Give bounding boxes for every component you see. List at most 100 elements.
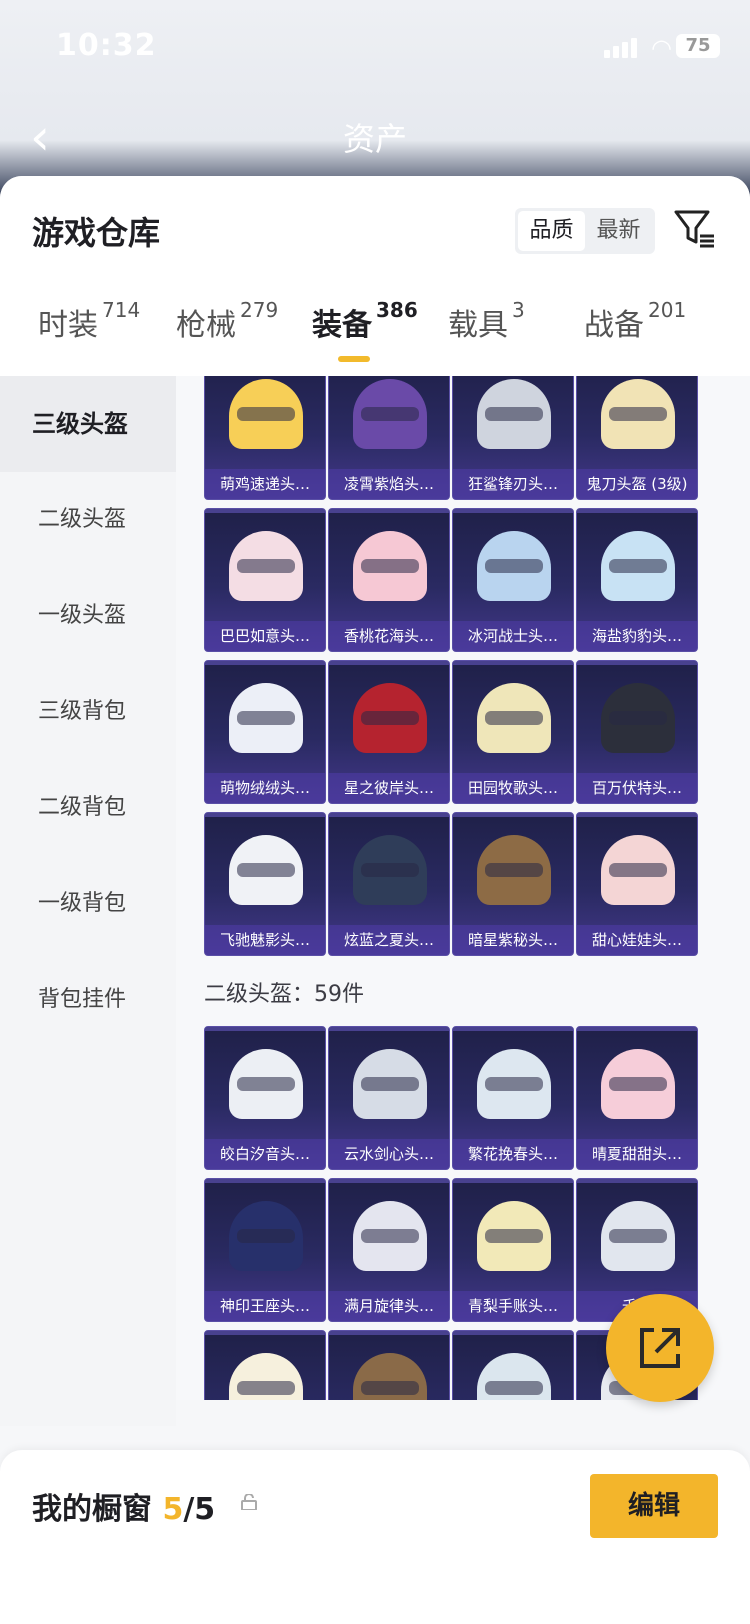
item-name: 田园牧歌头… xyxy=(453,773,573,803)
warehouse-sheet: 游戏仓库 品质 最新 时装 714 枪械 279 装备 386 载具 3 战备 201 三… xyxy=(0,176,750,1624)
showcase-bar: 我的橱窗 5/5 编辑 xyxy=(0,1450,750,1624)
item-card[interactable]: 狂鲨锋刃头… xyxy=(452,376,574,500)
sort-quality[interactable]: 品质 xyxy=(518,211,585,251)
item-name: 繁花挽春头… xyxy=(453,1139,573,1169)
item-card[interactable]: 冰河战士头… xyxy=(452,508,574,652)
item-card[interactable]: 青梨手账头… xyxy=(452,1178,574,1322)
item-name: 星之彼岸头… xyxy=(329,773,449,803)
item-name: 青梨手账头… xyxy=(453,1291,573,1321)
item-name: 皎白汐音头… xyxy=(205,1139,325,1169)
sort-toggle: 品质 最新 xyxy=(515,208,655,254)
item-card[interactable]: 晴夏甜甜头… xyxy=(576,1026,698,1170)
category-tabs: 时装 714 枪械 279 装备 386 载具 3 战备 201 xyxy=(0,298,750,364)
item-card[interactable]: 炫蓝之夏头… xyxy=(328,812,450,956)
helmet-icon xyxy=(601,379,675,449)
item-card[interactable]: 神印王座头… xyxy=(204,1178,326,1322)
sidebar-item-level1-helmet[interactable]: 一级头盔 xyxy=(0,568,176,664)
item-name: 狂鲨锋刃头… xyxy=(453,469,573,499)
sheet-header: 游戏仓库 品质 最新 时装 714 枪械 279 装备 386 载具 3 战备 201 xyxy=(0,176,750,376)
tab-gear[interactable]: 战备 201 xyxy=(584,298,686,344)
helmet-icon xyxy=(353,835,427,905)
helmet-icon xyxy=(229,1049,303,1119)
item-card[interactable]: 凌霄紫焰头… xyxy=(328,376,450,500)
tab-fashion[interactable]: 时装 714 xyxy=(38,298,140,344)
helmet-icon xyxy=(229,531,303,601)
item-name: 鬼刀头盔 (3级) xyxy=(577,469,697,499)
helmet-icon xyxy=(353,1049,427,1119)
item-card[interactable]: 香桃花海头… xyxy=(328,508,450,652)
item-card[interactable] xyxy=(452,1330,574,1400)
item-name: 萌鸡速递头… xyxy=(205,469,325,499)
section-label-level2: 二级头盔：59件 xyxy=(204,982,364,1007)
helmet-icon xyxy=(477,835,551,905)
helmet-icon xyxy=(353,379,427,449)
item-card[interactable] xyxy=(204,1330,326,1400)
sidebar: 三级头盔 二级头盔 一级头盔 三级背包 二级背包 一级背包 背包挂件 xyxy=(0,376,176,1426)
sidebar-item-backpack-charm[interactable]: 背包挂件 xyxy=(0,952,176,1048)
sidebar-item-level2-helmet[interactable]: 二级头盔 xyxy=(0,472,176,568)
battery-icon: 75 xyxy=(676,34,720,58)
item-card[interactable]: 萌鸡速递头… xyxy=(204,376,326,500)
helmet-icon xyxy=(229,683,303,753)
item-name: 暗星紫秘头… xyxy=(453,925,573,955)
sort-newest[interactable]: 最新 xyxy=(585,211,652,251)
item-name: 萌物绒绒头… xyxy=(205,773,325,803)
helmet-icon xyxy=(601,835,675,905)
helmet-icon xyxy=(477,683,551,753)
sidebar-item-level3-helmet[interactable]: 三级头盔 xyxy=(0,376,176,472)
active-tab-indicator xyxy=(338,356,370,362)
item-card[interactable]: 田园牧歌头… xyxy=(452,660,574,804)
helmet-icon xyxy=(229,1353,303,1400)
helmet-icon xyxy=(229,835,303,905)
sidebar-item-level3-backpack[interactable]: 三级背包 xyxy=(0,664,176,760)
item-name: 冰河战士头… xyxy=(453,621,573,651)
helmet-icon xyxy=(601,1201,675,1271)
helmet-icon xyxy=(353,1201,427,1271)
helmet-icon xyxy=(229,1201,303,1271)
helmet-icon xyxy=(477,1201,551,1271)
item-card[interactable]: 皎白汐音头… xyxy=(204,1026,326,1170)
item-card[interactable]: 云水剑心头… xyxy=(328,1026,450,1170)
tab-guns[interactable]: 枪械 279 xyxy=(176,298,278,344)
helmet-icon xyxy=(477,1353,551,1400)
item-name: 晴夏甜甜头… xyxy=(577,1139,697,1169)
sidebar-item-level2-backpack[interactable]: 二级背包 xyxy=(0,760,176,856)
edit-button[interactable]: 编辑 xyxy=(590,1474,718,1538)
item-name: 百万伏特头… xyxy=(577,773,697,803)
helmet-icon xyxy=(353,683,427,753)
helmet-icon xyxy=(229,379,303,449)
helmet-icon xyxy=(353,531,427,601)
item-card[interactable]: 飞驰魅影头… xyxy=(204,812,326,956)
item-grid: 萌鸡速递头… 凌霄紫焰头… 狂鲨锋刃头… 鬼刀头盔 (3级) 巴巴如意头… 香桃花海头… 冰… xyxy=(176,376,750,1400)
signal-icon xyxy=(604,36,638,58)
helmet-icon xyxy=(601,683,675,753)
item-name: 云水剑心头… xyxy=(329,1139,449,1169)
item-name: 凌霄紫焰头… xyxy=(329,469,449,499)
item-card[interactable]: 繁花挽春头… xyxy=(452,1026,574,1170)
helmet-icon xyxy=(477,379,551,449)
share-button[interactable] xyxy=(606,1294,714,1402)
tab-equipment[interactable]: 装备 386 xyxy=(312,298,418,344)
item-card[interactable]: 百万伏特头… xyxy=(576,660,698,804)
item-card[interactable]: 鬼刀头盔 (3级) xyxy=(576,376,698,500)
item-card[interactable]: 巴巴如意头… xyxy=(204,508,326,652)
helmet-icon xyxy=(601,1049,675,1119)
showcase-label: 我的橱窗 5/5 xyxy=(32,1492,216,1527)
helmet-icon xyxy=(477,1049,551,1119)
item-card[interactable]: 海盐豹豹头… xyxy=(576,508,698,652)
filter-icon[interactable] xyxy=(672,206,716,250)
item-card[interactable] xyxy=(328,1330,450,1400)
item-card[interactable]: 萌物绒绒头… xyxy=(204,660,326,804)
item-name: 神印王座头… xyxy=(205,1291,325,1321)
item-card[interactable]: 满月旋律头… xyxy=(328,1178,450,1322)
item-name: 巴巴如意头… xyxy=(205,621,325,651)
helmet-icon xyxy=(601,531,675,601)
wifi-icon: ◠ xyxy=(651,34,672,62)
helmet-icon xyxy=(477,531,551,601)
showcase-count: 5/5 xyxy=(162,1492,216,1527)
item-card[interactable]: 甜心娃娃头… xyxy=(576,812,698,956)
item-card[interactable]: 星之彼岸头… xyxy=(328,660,450,804)
tab-vehicles[interactable]: 载具 3 xyxy=(448,298,525,344)
sidebar-item-level1-backpack[interactable]: 一级背包 xyxy=(0,856,176,952)
item-card[interactable]: 暗星紫秘头… xyxy=(452,812,574,956)
